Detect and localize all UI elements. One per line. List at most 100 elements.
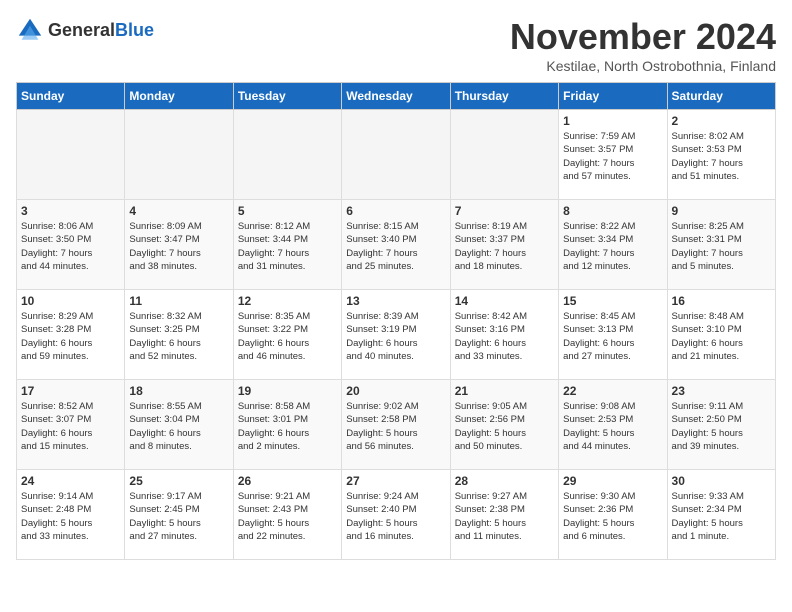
weekday-header-friday: Friday <box>559 83 667 110</box>
weekday-header-sunday: Sunday <box>17 83 125 110</box>
weekday-header-row: SundayMondayTuesdayWednesdayThursdayFrid… <box>17 83 776 110</box>
day-number: 19 <box>238 384 337 398</box>
calendar-cell: 24 Sunrise: 9:14 AM Sunset: 2:48 PM Dayli… <box>17 470 125 560</box>
day-number: 26 <box>238 474 337 488</box>
week-row-3: 10Sunrise: 8:29 AM Sunset: 3:28 PM Dayli… <box>17 290 776 380</box>
calendar-cell: 11Sunrise: 8:32 AM Sunset: 3:25 PM Dayli… <box>125 290 233 380</box>
day-info: Sunrise: 8:19 AM Sunset: 3:37 PM Dayligh… <box>455 220 554 273</box>
day-number: 20 <box>346 384 445 398</box>
calendar-cell <box>17 110 125 200</box>
day-info: Sunrise: 9:21 AM Sunset: 2:43 PM Dayligh… <box>238 490 337 543</box>
calendar-cell: 4 Sunrise: 8:09 AM Sunset: 3:47 PM Daylig… <box>125 200 233 290</box>
day-number: 11 <box>129 294 228 308</box>
day-number: 22 <box>563 384 662 398</box>
day-number: 10 <box>21 294 120 308</box>
header: GeneralBlue November 2024 Kestilae, Nort… <box>16 16 776 74</box>
day-info: Sunrise: 8:15 AM Sunset: 3:40 PM Dayligh… <box>346 220 445 273</box>
day-number: 24 <box>21 474 120 488</box>
day-info: Sunrise: 8:52 AM Sunset: 3:07 PM Dayligh… <box>21 400 120 453</box>
location-title: Kestilae, North Ostrobothnia, Finland <box>510 58 776 74</box>
calendar-cell: 14Sunrise: 8:42 AM Sunset: 3:16 PM Dayli… <box>450 290 558 380</box>
day-number: 18 <box>129 384 228 398</box>
day-number: 25 <box>129 474 228 488</box>
day-number: 30 <box>672 474 771 488</box>
day-info: Sunrise: 8:22 AM Sunset: 3:34 PM Dayligh… <box>563 220 662 273</box>
day-number: 4 <box>129 204 228 218</box>
day-info: Sunrise: 9:30 AM Sunset: 2:36 PM Dayligh… <box>563 490 662 543</box>
calendar-cell: 26 Sunrise: 9:21 AM Sunset: 2:43 PM Dayli… <box>233 470 341 560</box>
day-info: Sunrise: 9:17 AM Sunset: 2:45 PM Dayligh… <box>129 490 228 543</box>
calendar-cell <box>450 110 558 200</box>
day-info: Sunrise: 8:06 AM Sunset: 3:50 PM Dayligh… <box>21 220 120 273</box>
calendar-cell <box>233 110 341 200</box>
day-number: 29 <box>563 474 662 488</box>
day-info: Sunrise: 8:39 AM Sunset: 3:19 PM Dayligh… <box>346 310 445 363</box>
day-number: 17 <box>21 384 120 398</box>
day-number: 21 <box>455 384 554 398</box>
calendar-cell: 7Sunrise: 8:19 AM Sunset: 3:37 PM Daylig… <box>450 200 558 290</box>
calendar-cell <box>342 110 450 200</box>
calendar-cell: 12 Sunrise: 8:35 AM Sunset: 3:22 PM Dayli… <box>233 290 341 380</box>
day-info: Sunrise: 8:55 AM Sunset: 3:04 PM Dayligh… <box>129 400 228 453</box>
day-number: 6 <box>346 204 445 218</box>
day-number: 23 <box>672 384 771 398</box>
day-number: 3 <box>21 204 120 218</box>
calendar-cell: 1 Sunrise: 7:59 AM Sunset: 3:57 PM Daylig… <box>559 110 667 200</box>
calendar-cell: 2Sunrise: 8:02 AM Sunset: 3:53 PM Daylig… <box>667 110 775 200</box>
day-number: 1 <box>563 114 662 128</box>
weekday-header-saturday: Saturday <box>667 83 775 110</box>
day-number: 16 <box>672 294 771 308</box>
month-title: November 2024 <box>510 16 776 58</box>
calendar-cell: 17 Sunrise: 8:52 AM Sunset: 3:07 PM Dayli… <box>17 380 125 470</box>
day-info: Sunrise: 8:35 AM Sunset: 3:22 PM Dayligh… <box>238 310 337 363</box>
day-info: Sunrise: 9:27 AM Sunset: 2:38 PM Dayligh… <box>455 490 554 543</box>
day-number: 15 <box>563 294 662 308</box>
calendar-cell: 21 Sunrise: 9:05 AM Sunset: 2:56 PM Dayli… <box>450 380 558 470</box>
week-row-4: 17 Sunrise: 8:52 AM Sunset: 3:07 PM Dayli… <box>17 380 776 470</box>
calendar-cell: 13 Sunrise: 8:39 AM Sunset: 3:19 PM Dayli… <box>342 290 450 380</box>
week-row-2: 3 Sunrise: 8:06 AM Sunset: 3:50 PM Daylig… <box>17 200 776 290</box>
day-info: Sunrise: 8:09 AM Sunset: 3:47 PM Dayligh… <box>129 220 228 273</box>
day-number: 8 <box>563 204 662 218</box>
day-number: 28 <box>455 474 554 488</box>
day-info: Sunrise: 9:02 AM Sunset: 2:58 PM Dayligh… <box>346 400 445 453</box>
calendar-cell: 22 Sunrise: 9:08 AM Sunset: 2:53 PM Dayli… <box>559 380 667 470</box>
weekday-header-tuesday: Tuesday <box>233 83 341 110</box>
week-row-1: 1 Sunrise: 7:59 AM Sunset: 3:57 PM Daylig… <box>17 110 776 200</box>
calendar-cell: 25 Sunrise: 9:17 AM Sunset: 2:45 PM Dayli… <box>125 470 233 560</box>
calendar-cell: 27Sunrise: 9:24 AM Sunset: 2:40 PM Dayli… <box>342 470 450 560</box>
calendar-cell: 3 Sunrise: 8:06 AM Sunset: 3:50 PM Daylig… <box>17 200 125 290</box>
calendar-cell: 5Sunrise: 8:12 AM Sunset: 3:44 PM Daylig… <box>233 200 341 290</box>
day-info: Sunrise: 8:25 AM Sunset: 3:31 PM Dayligh… <box>672 220 771 273</box>
calendar-cell: 6 Sunrise: 8:15 AM Sunset: 3:40 PM Daylig… <box>342 200 450 290</box>
week-row-5: 24 Sunrise: 9:14 AM Sunset: 2:48 PM Dayli… <box>17 470 776 560</box>
day-number: 13 <box>346 294 445 308</box>
day-info: Sunrise: 9:11 AM Sunset: 2:50 PM Dayligh… <box>672 400 771 453</box>
day-info: Sunrise: 8:12 AM Sunset: 3:44 PM Dayligh… <box>238 220 337 273</box>
day-info: Sunrise: 7:59 AM Sunset: 3:57 PM Dayligh… <box>563 130 662 183</box>
calendar-cell: 23 Sunrise: 9:11 AM Sunset: 2:50 PM Dayli… <box>667 380 775 470</box>
title-area: November 2024 Kestilae, North Ostrobothn… <box>510 16 776 74</box>
calendar: SundayMondayTuesdayWednesdayThursdayFrid… <box>16 82 776 560</box>
day-number: 12 <box>238 294 337 308</box>
day-info: Sunrise: 8:45 AM Sunset: 3:13 PM Dayligh… <box>563 310 662 363</box>
logo: GeneralBlue <box>16 16 154 44</box>
calendar-cell: 10Sunrise: 8:29 AM Sunset: 3:28 PM Dayli… <box>17 290 125 380</box>
day-info: Sunrise: 9:14 AM Sunset: 2:48 PM Dayligh… <box>21 490 120 543</box>
day-info: Sunrise: 9:05 AM Sunset: 2:56 PM Dayligh… <box>455 400 554 453</box>
calendar-cell: 9Sunrise: 8:25 AM Sunset: 3:31 PM Daylig… <box>667 200 775 290</box>
calendar-cell: 18 Sunrise: 8:55 AM Sunset: 3:04 PM Dayli… <box>125 380 233 470</box>
day-info: Sunrise: 9:08 AM Sunset: 2:53 PM Dayligh… <box>563 400 662 453</box>
weekday-header-monday: Monday <box>125 83 233 110</box>
calendar-cell: 30Sunrise: 9:33 AM Sunset: 2:34 PM Dayli… <box>667 470 775 560</box>
weekday-header-wednesday: Wednesday <box>342 83 450 110</box>
day-info: Sunrise: 8:48 AM Sunset: 3:10 PM Dayligh… <box>672 310 771 363</box>
day-number: 27 <box>346 474 445 488</box>
logo-general: General <box>48 20 115 40</box>
day-number: 2 <box>672 114 771 128</box>
logo-icon <box>16 16 44 44</box>
calendar-cell: 20 Sunrise: 9:02 AM Sunset: 2:58 PM Dayli… <box>342 380 450 470</box>
calendar-cell <box>125 110 233 200</box>
weekday-header-thursday: Thursday <box>450 83 558 110</box>
logo-blue: Blue <box>115 20 154 40</box>
